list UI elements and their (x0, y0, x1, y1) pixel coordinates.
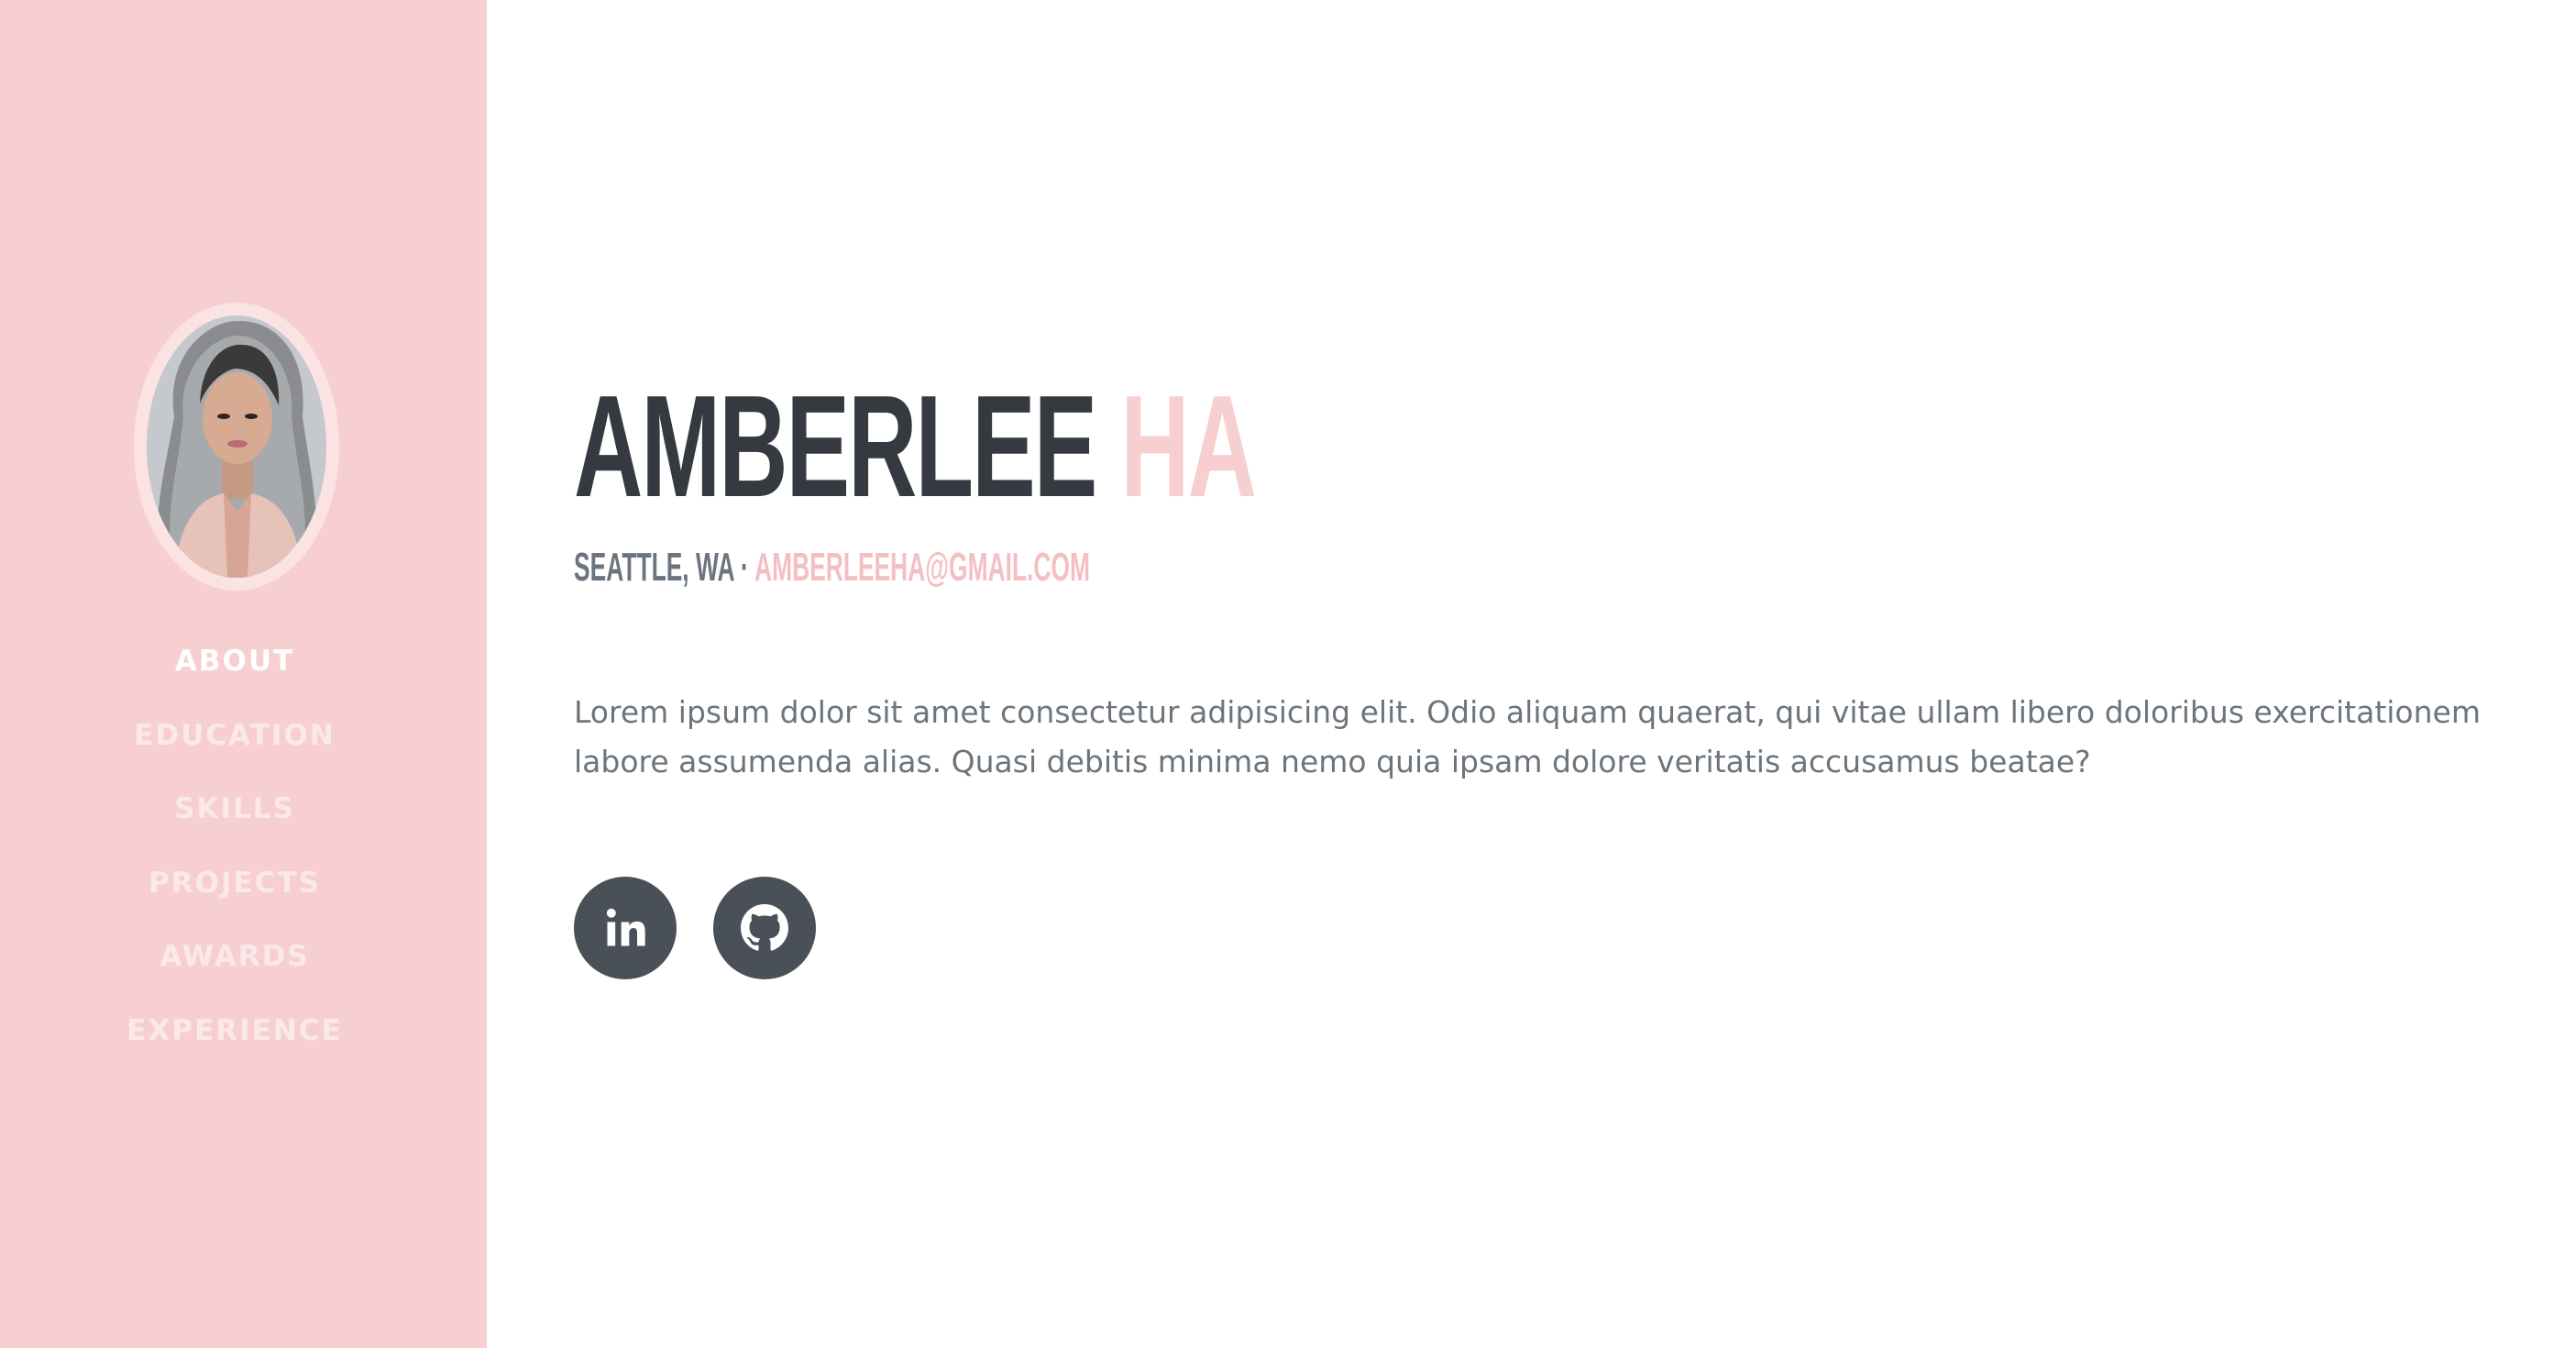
about-lead: Lorem ipsum dolor sit amet consectetur a… (574, 694, 2481, 779)
linkedin-button[interactable] (574, 877, 677, 979)
nav-item-awards[interactable]: AWARDS (0, 937, 469, 1011)
avatar (147, 315, 326, 578)
first-name: AMBERLEE (574, 366, 1097, 527)
nav-item-experience[interactable]: EXPERIENCE (0, 1011, 469, 1086)
nav-item-projects[interactable]: PROJECTS (0, 864, 469, 938)
nav-item-skills[interactable]: SKILLS (0, 790, 469, 864)
social-icons (574, 877, 816, 979)
separator: · (740, 545, 749, 590)
profile-photo (147, 315, 326, 578)
page-title: AMBERLEE HA (574, 359, 1257, 534)
sidebar: ABOUT EDUCATION SKILLS PROJECTS AWARDS E… (0, 0, 487, 1348)
location: SEATTLE, WA (574, 545, 734, 590)
linkedin-icon (606, 908, 645, 946)
last-name: HA (1120, 366, 1257, 527)
avatar-frame (134, 303, 339, 591)
contact-line: SEATTLE, WA · AMBERLEEHA@GMAIL.COM (574, 543, 1090, 592)
nav-item-about[interactable]: ABOUT (0, 642, 469, 716)
sidebar-nav: ABOUT EDUCATION SKILLS PROJECTS AWARDS E… (0, 642, 469, 1085)
nav-item-education[interactable]: EDUCATION (0, 716, 469, 790)
about-section: AMBERLEE HA SEATTLE, WA · AMBERLEEHA@GMA… (574, 0, 2536, 1348)
email-link[interactable]: AMBERLEEHA@GMAIL.COM (754, 545, 1090, 590)
github-button[interactable] (713, 877, 816, 979)
github-icon (741, 904, 788, 951)
